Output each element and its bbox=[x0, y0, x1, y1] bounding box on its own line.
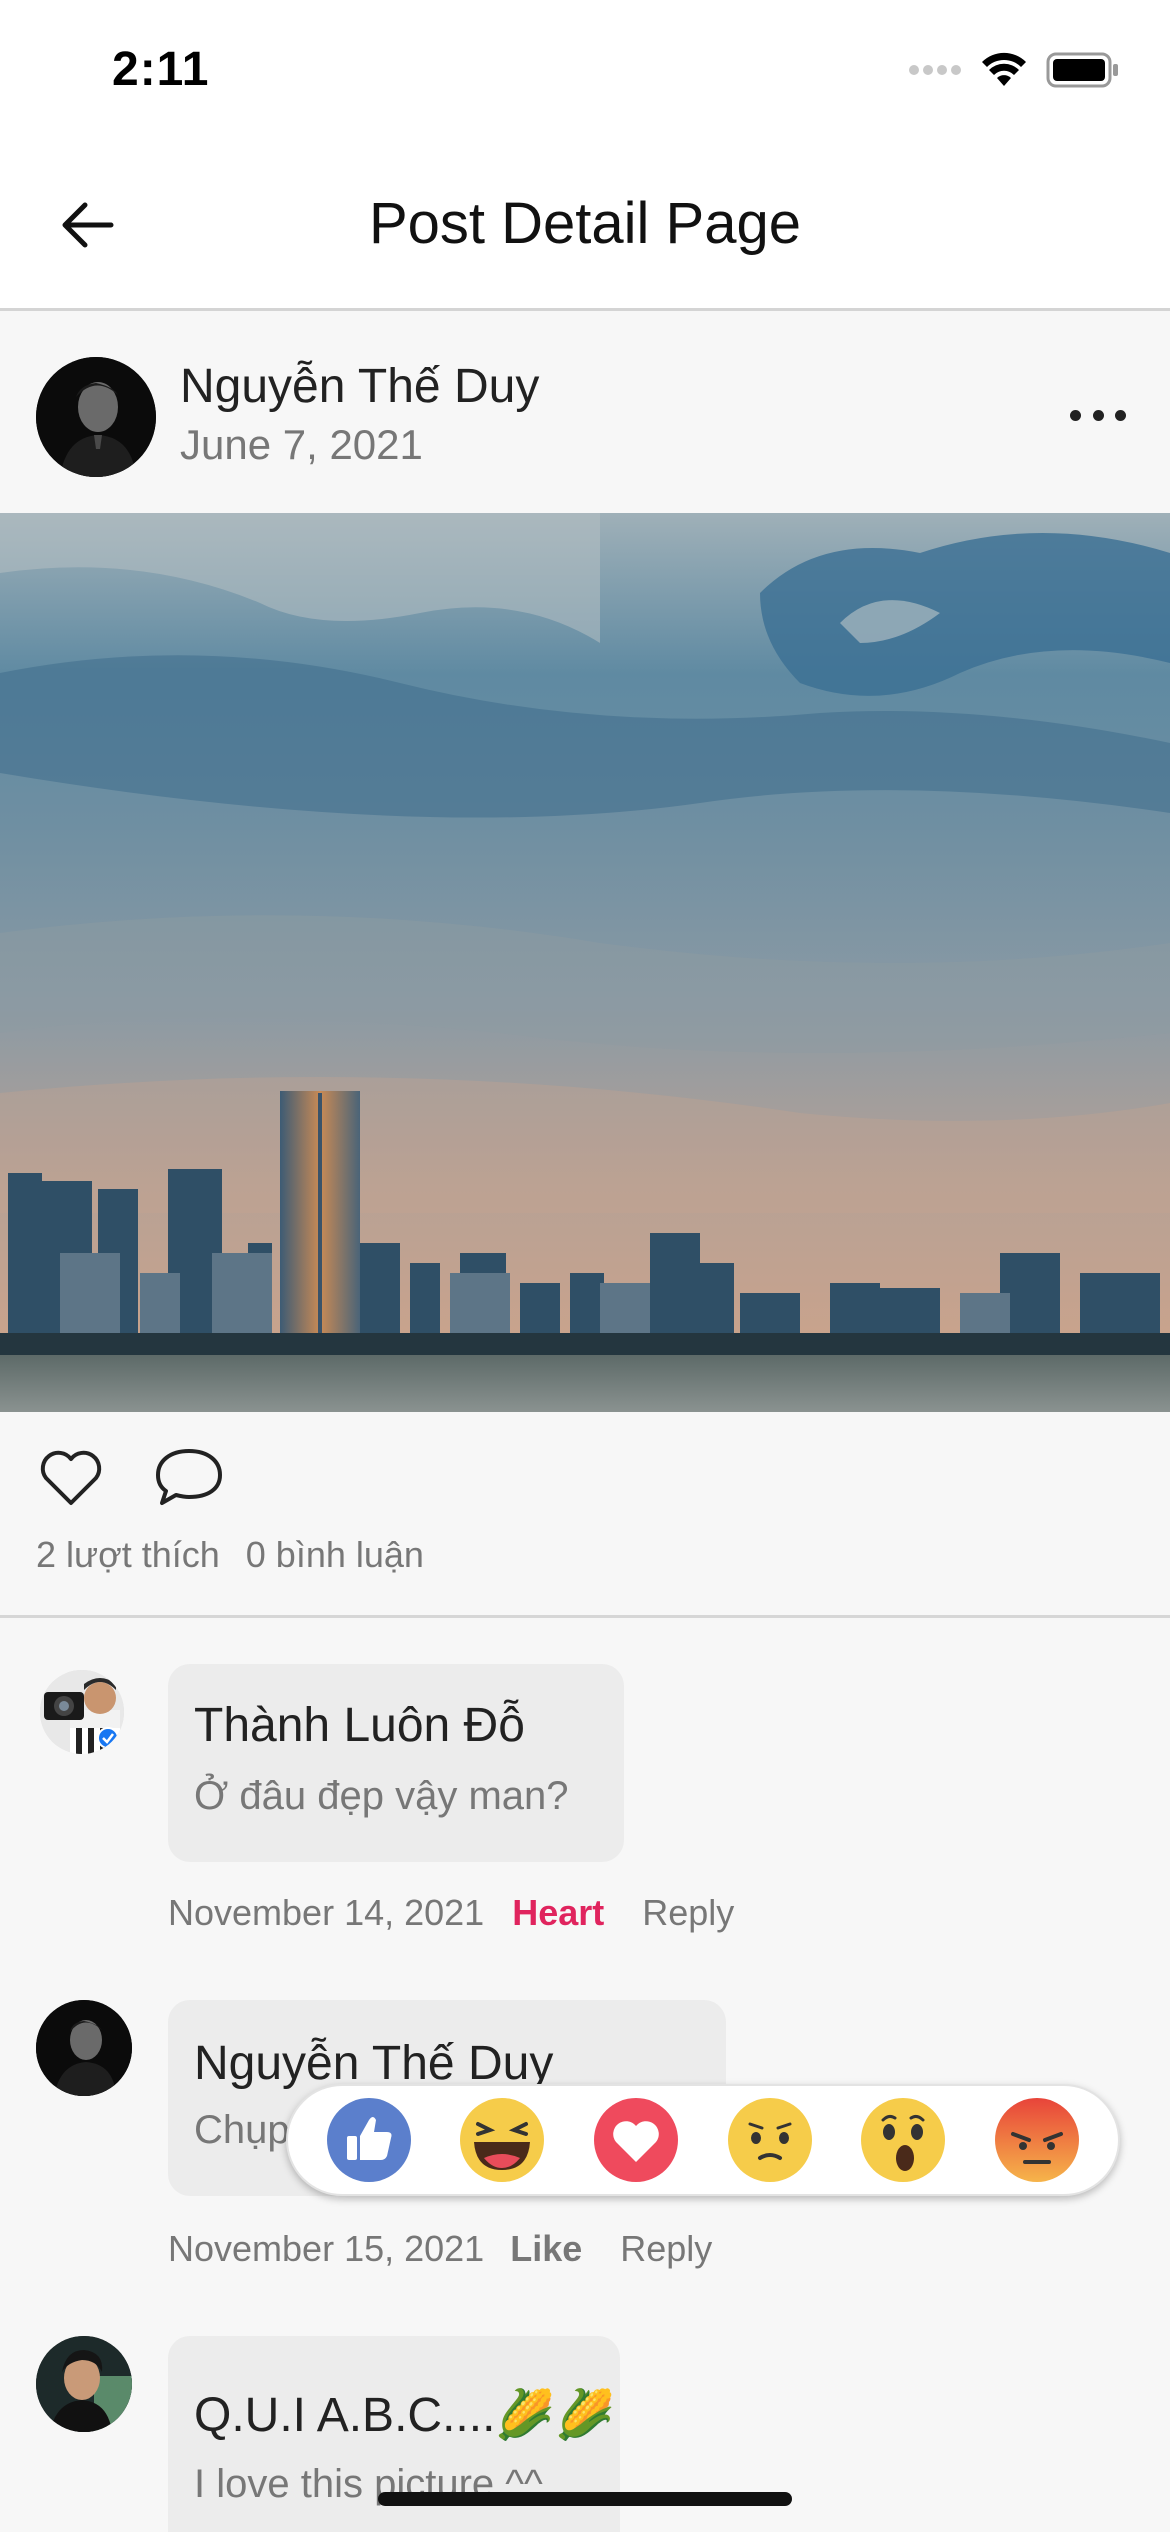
post-header: Nguyễn Thế Duy June 7, 2021 bbox=[0, 311, 1170, 513]
comment-author-name[interactable]: Nguyễn Thế Duy bbox=[194, 2036, 553, 2091]
comment-meta: November 14, 2021 Heart Reply bbox=[168, 1892, 734, 1934]
post-stats: 2 lượt thích 0 bình luận bbox=[36, 1534, 450, 1576]
more-horizontal-icon[interactable] bbox=[1070, 403, 1126, 427]
comment-bubble[interactable]: Thành Luôn Đỗ Ở đâu đẹp vậy man? bbox=[168, 1664, 624, 1862]
love-reaction-icon[interactable] bbox=[594, 2098, 679, 2182]
angry-reaction-icon[interactable] bbox=[995, 2098, 1080, 2182]
comment-reaction-button[interactable]: Heart bbox=[512, 1892, 604, 1934]
post-actions: 2 lượt thích 0 bình luận bbox=[0, 1412, 1170, 1618]
like-reaction-icon[interactable] bbox=[326, 2098, 411, 2182]
comment-reaction-button[interactable]: Like bbox=[510, 2228, 582, 2270]
haha-reaction-icon[interactable] bbox=[460, 2098, 545, 2182]
comment-text: Ở đâu đẹp vậy man? bbox=[194, 1774, 569, 1818]
comment-reply-button[interactable]: Reply bbox=[620, 2228, 712, 2270]
status-bar: 2:11 bbox=[0, 0, 1170, 150]
heart-outline-icon[interactable] bbox=[36, 1442, 106, 1512]
comment-reply-button[interactable]: Reply bbox=[642, 1892, 734, 1934]
comment-bubble-icon[interactable] bbox=[152, 1442, 226, 1512]
app-bar: Post Detail Page bbox=[0, 150, 1170, 311]
comment-avatar[interactable] bbox=[40, 1670, 124, 1754]
comments-count[interactable]: 0 bình luận bbox=[246, 1534, 424, 1575]
wow-reaction-icon[interactable] bbox=[861, 2098, 946, 2182]
post-date: June 7, 2021 bbox=[180, 421, 423, 468]
post-photo[interactable] bbox=[0, 513, 1170, 1412]
post-author-name[interactable]: Nguyễn Thế Duy bbox=[180, 359, 539, 414]
sad-reaction-icon[interactable] bbox=[727, 2098, 812, 2182]
home-indicator[interactable] bbox=[378, 2492, 792, 2506]
signal-icon bbox=[909, 65, 961, 75]
comment-avatar[interactable] bbox=[36, 2000, 132, 2096]
comment-date: November 14, 2021 bbox=[168, 1892, 485, 1933]
post-detail-page: 2:11 Post Detail Page Nguyễn Thế Duy Jun… bbox=[0, 0, 1170, 2532]
comment-meta: November 15, 2021 Like Reply bbox=[168, 2228, 712, 2270]
status-icons bbox=[908, 52, 1120, 88]
status-time: 2:11 bbox=[112, 43, 210, 96]
wifi-icon bbox=[982, 52, 1026, 86]
author-avatar[interactable] bbox=[36, 357, 156, 477]
comment-author-name[interactable]: Q.U.I A.B.C....🌽🌽 bbox=[194, 2386, 615, 2443]
comment-author-name[interactable]: Thành Luôn Đỗ bbox=[194, 1698, 525, 1753]
reaction-picker bbox=[286, 2084, 1120, 2196]
page-title: Post Detail Page bbox=[368, 191, 802, 256]
battery-icon bbox=[1046, 52, 1118, 88]
comment-avatar[interactable] bbox=[36, 2336, 132, 2432]
likes-count[interactable]: 2 lượt thích bbox=[36, 1534, 220, 1575]
comment-date: November 15, 2021 bbox=[168, 2228, 485, 2269]
